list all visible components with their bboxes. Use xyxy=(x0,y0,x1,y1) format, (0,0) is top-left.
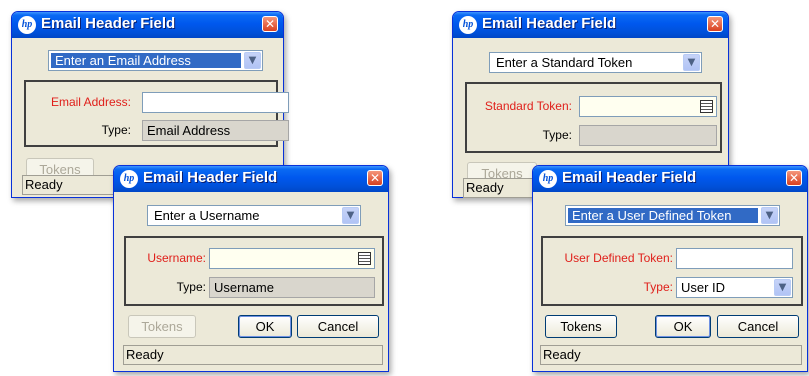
dialog-user-defined-token: hp Email Header Field ✕ Enter a User Def… xyxy=(532,165,808,372)
cancel-button[interactable]: Cancel xyxy=(297,315,379,338)
type-field: Username xyxy=(209,277,375,298)
field-panel: User Defined Token: Type: User ID ▼ xyxy=(541,236,803,306)
mode-dropdown-value: Enter a Username xyxy=(154,208,260,223)
email-address-label: Email Address: xyxy=(50,95,131,109)
type-label: Type: xyxy=(643,280,673,294)
close-icon[interactable]: ✕ xyxy=(707,16,723,32)
mode-dropdown[interactable]: Enter an Email Address ▼ xyxy=(48,50,263,71)
close-icon[interactable]: ✕ xyxy=(262,16,278,32)
title-bar[interactable]: hp Email Header Field ✕ xyxy=(12,12,283,38)
close-icon[interactable]: ✕ xyxy=(786,170,802,186)
type-label: Type: xyxy=(542,128,572,142)
field-panel: Standard Token: Type: xyxy=(465,82,722,153)
mode-dropdown-value: Enter a User Defined Token xyxy=(568,208,758,223)
tokens-button[interactable]: Tokens xyxy=(128,315,196,338)
user-defined-token-input[interactable] xyxy=(676,248,793,269)
ok-button[interactable]: OK xyxy=(238,315,292,338)
standard-token-label: Standard Token: xyxy=(484,99,572,113)
hp-logo-icon: hp xyxy=(459,16,477,34)
mode-dropdown[interactable]: Enter a User Defined Token ▼ xyxy=(565,205,780,226)
dialog-title: Email Header Field xyxy=(482,15,617,32)
tokens-button[interactable]: Tokens xyxy=(545,315,617,338)
mode-dropdown[interactable]: Enter a Username ▼ xyxy=(147,205,361,226)
chevron-down-icon[interactable]: ▼ xyxy=(244,52,261,69)
dialog-title: Email Header Field xyxy=(562,169,697,186)
title-bar[interactable]: hp Email Header Field ✕ xyxy=(114,166,388,192)
hp-logo-icon: hp xyxy=(539,170,557,188)
status-bar: Ready xyxy=(123,345,383,365)
dialog-username: hp Email Header Field ✕ Enter a Username… xyxy=(113,165,389,372)
field-panel: Username: Type: Username xyxy=(124,236,384,306)
type-label: Type: xyxy=(176,280,206,294)
chevron-down-icon[interactable]: ▼ xyxy=(761,207,778,224)
chevron-down-icon[interactable]: ▼ xyxy=(342,207,359,224)
chevron-down-icon[interactable]: ▼ xyxy=(683,54,700,71)
standard-token-input[interactable] xyxy=(579,96,717,117)
hp-logo-icon: hp xyxy=(120,170,138,188)
hp-logo-icon: hp xyxy=(18,16,36,34)
dialog-title: Email Header Field xyxy=(41,15,176,32)
mode-dropdown-value: Enter an Email Address xyxy=(51,53,241,68)
chevron-down-icon[interactable]: ▼ xyxy=(774,279,791,296)
user-defined-token-label: User Defined Token: xyxy=(564,251,673,265)
calendar-list-icon[interactable] xyxy=(358,252,371,265)
mode-dropdown[interactable]: Enter a Standard Token ▼ xyxy=(489,52,702,73)
type-field: Email Address xyxy=(142,120,289,141)
type-label: Type: xyxy=(101,123,131,137)
type-field xyxy=(579,125,717,146)
mode-dropdown-value: Enter a Standard Token xyxy=(496,55,633,70)
close-icon[interactable]: ✕ xyxy=(367,170,383,186)
field-panel: Email Address: Type: Email Address xyxy=(24,80,289,147)
title-bar[interactable]: hp Email Header Field ✕ xyxy=(533,166,807,192)
status-bar: Ready xyxy=(540,345,802,365)
cancel-button[interactable]: Cancel xyxy=(717,315,799,338)
dialog-title: Email Header Field xyxy=(143,169,278,186)
username-input[interactable] xyxy=(209,248,375,269)
title-bar[interactable]: hp Email Header Field ✕ xyxy=(453,12,728,38)
calendar-list-icon[interactable] xyxy=(700,100,713,113)
username-label: Username: xyxy=(147,251,206,265)
type-select-value: User ID xyxy=(681,280,726,295)
ok-button[interactable]: OK xyxy=(655,315,711,338)
email-address-input[interactable] xyxy=(142,92,289,113)
type-select[interactable]: User ID ▼ xyxy=(676,277,793,298)
